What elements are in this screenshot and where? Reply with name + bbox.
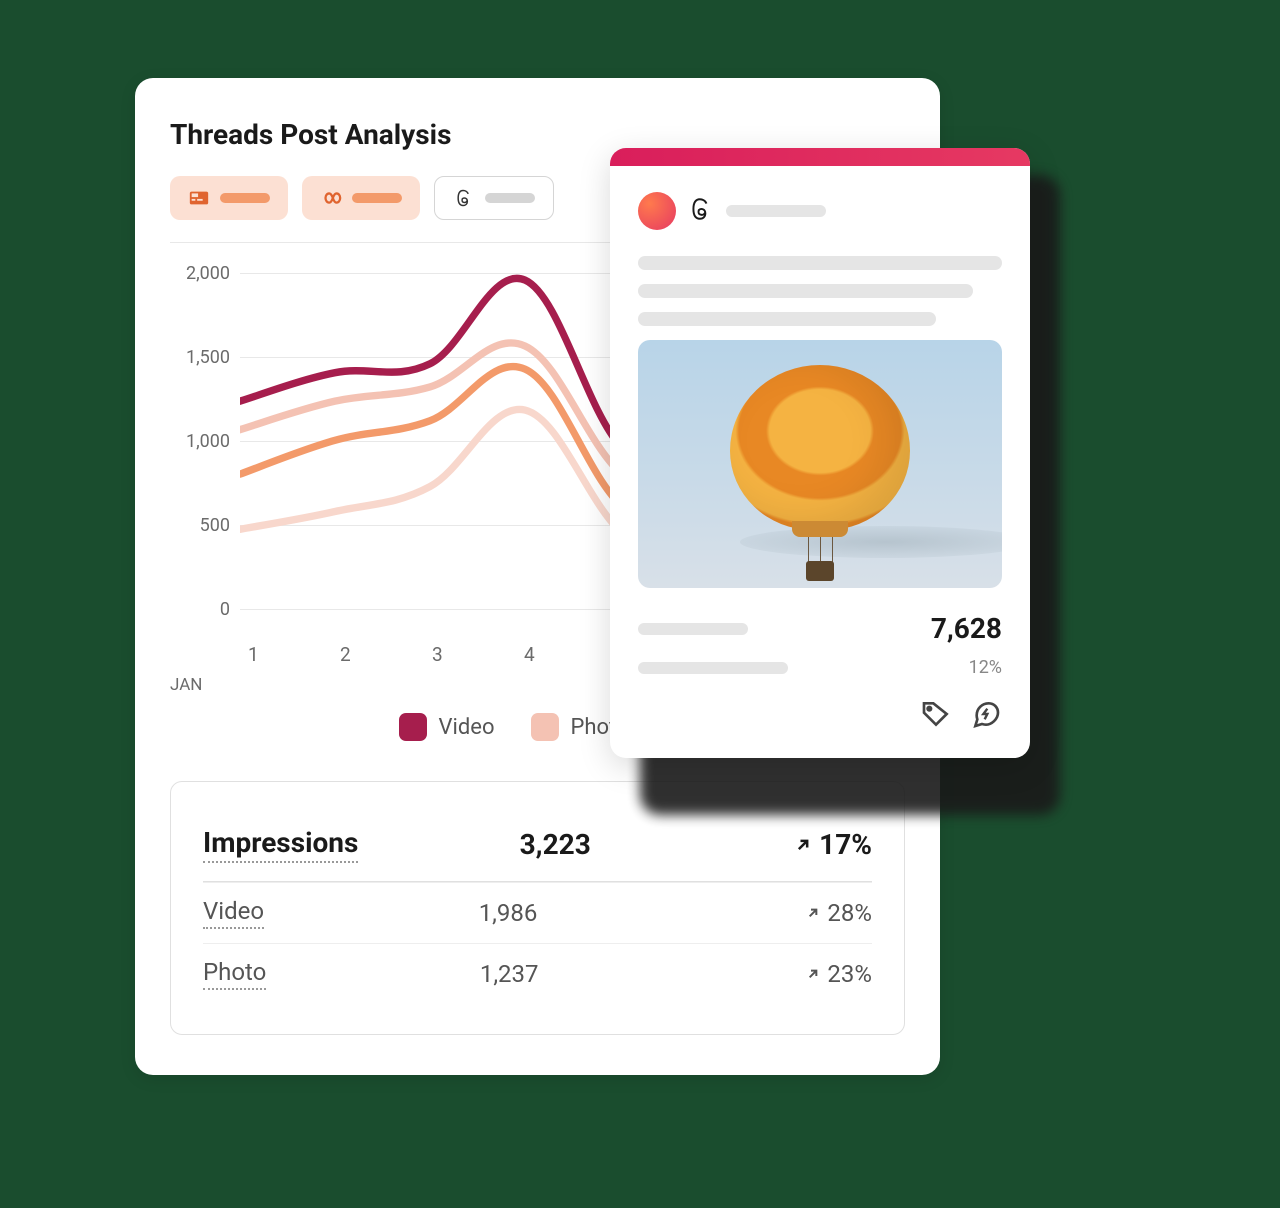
post-stat-row: 7,628 xyxy=(638,612,1002,645)
post-image xyxy=(638,340,1002,588)
metrics-row: Video 1,986 28% xyxy=(203,882,872,943)
y-tick: 1,500 xyxy=(170,347,230,368)
metric-value: 1,986 xyxy=(479,899,538,927)
pill-placeholder-bar xyxy=(220,193,270,203)
post-user-row xyxy=(638,192,1002,230)
legend-label: Video xyxy=(439,715,495,740)
metric-value: 3,223 xyxy=(520,828,591,861)
metric-label: Photo xyxy=(203,958,266,990)
post-action-row xyxy=(638,698,1002,734)
infinity-icon xyxy=(320,187,342,209)
metric-change: 17% xyxy=(752,828,872,861)
x-tick: 4 xyxy=(524,643,535,666)
month-label: JAN xyxy=(170,675,202,695)
arrow-up-right-icon xyxy=(793,835,813,855)
boost-icon[interactable] xyxy=(970,698,1002,734)
y-tick: 1,000 xyxy=(170,431,230,452)
threads-icon xyxy=(453,187,475,209)
threads-icon xyxy=(688,196,714,226)
page-title: Threads Post Analysis xyxy=(170,118,905,151)
legend-item: Video xyxy=(399,713,495,741)
metrics-header-row: Impressions 3,223 17% xyxy=(203,812,872,882)
stat-label-placeholder xyxy=(638,623,748,635)
post-stat-value: 7,628 xyxy=(931,612,1002,645)
avatar xyxy=(638,192,676,230)
x-tick: 3 xyxy=(432,643,443,666)
metric-change: 23% xyxy=(752,960,872,988)
x-tick: 2 xyxy=(340,643,351,666)
post-text-placeholder xyxy=(638,284,973,298)
pill-placeholder-bar xyxy=(485,193,535,203)
metric-label: Impressions xyxy=(203,826,358,863)
y-tick: 500 xyxy=(170,515,230,536)
post-accent-bar xyxy=(610,148,1030,166)
post-text-placeholder xyxy=(638,312,936,326)
stat-label-placeholder xyxy=(638,662,788,674)
post-stat-row: 12% xyxy=(638,657,1002,678)
pill-placeholder-bar xyxy=(352,193,402,203)
filter-pill-loop[interactable] xyxy=(302,176,420,220)
arrow-up-right-icon xyxy=(805,905,821,921)
tag-icon[interactable] xyxy=(920,698,952,734)
metric-change: 28% xyxy=(752,899,872,927)
metrics-row: Photo 1,237 23% xyxy=(203,943,872,1004)
post-preview-card: 7,628 12% xyxy=(610,148,1030,758)
legend-swatch xyxy=(531,713,559,741)
y-tick: 0 xyxy=(170,599,230,620)
metric-value: 1,237 xyxy=(480,960,539,988)
balloon-illustration xyxy=(720,365,920,588)
post-text-placeholder xyxy=(638,256,1002,270)
y-tick: 2,000 xyxy=(170,263,230,284)
filter-pill-threads[interactable] xyxy=(434,176,554,220)
x-tick: 1 xyxy=(248,643,259,666)
legend-swatch xyxy=(399,713,427,741)
username-placeholder xyxy=(726,205,826,217)
metrics-card: Impressions 3,223 17% Video 1,986 28% Ph… xyxy=(170,781,905,1035)
card-icon xyxy=(188,187,210,209)
filter-pill-card[interactable] xyxy=(170,176,288,220)
metric-label: Video xyxy=(203,897,264,929)
post-stat-pct: 12% xyxy=(969,657,1002,678)
arrow-up-right-icon xyxy=(805,966,821,982)
